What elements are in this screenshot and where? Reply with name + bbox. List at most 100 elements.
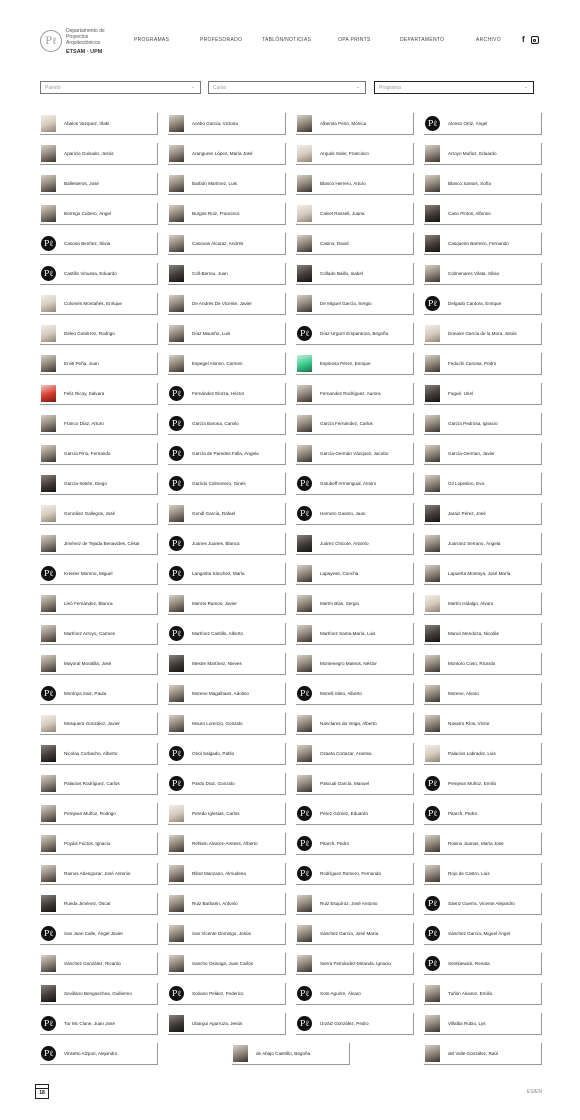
professor-card[interactable]: Jaraiz Pérez, José <box>424 503 542 525</box>
professor-card[interactable]: San Vicente Domingo, Jesús <box>168 923 286 945</box>
professor-card[interactable]: de Abajo Castrillo, Begoña <box>232 1043 350 1065</box>
professor-card[interactable]: Pℓ Martínez Castillo, Alberto <box>168 623 286 645</box>
professor-card[interactable]: Pℓ Sentkiewick, Renata <box>424 953 542 975</box>
professor-card[interactable]: Aparicio Guisado, Jesús <box>40 143 158 165</box>
professor-card[interactable]: Pemjean Muñoz, Rodrigo <box>40 803 158 825</box>
professor-card[interactable]: Coll-Barreu, Juan <box>168 263 286 285</box>
professor-card[interactable]: García-Germán Vázquez, Jacobo <box>296 443 414 465</box>
professor-card[interactable]: Blanco Santos, Sofía <box>424 173 542 195</box>
professor-card[interactable]: Deleo Gutiérrez, Rodrigo <box>40 323 158 345</box>
professor-card[interactable]: Colomés Montañés, Enrique <box>40 293 158 315</box>
professor-card[interactable]: Ubargui Agurruza, Jesús <box>168 1013 286 1035</box>
professor-card[interactable]: Acebo García, Victoria <box>168 113 286 135</box>
professor-card[interactable]: Pℓ Fernández Elorza, Héctor <box>168 383 286 405</box>
professor-card[interactable]: Donaire García de la Mora, Jesús <box>424 323 542 345</box>
professor-card[interactable]: Fernandez Rodríguez, Aurora <box>296 383 414 405</box>
professor-card[interactable]: Martínez Santa-María, Luis <box>296 623 414 645</box>
professor-card[interactable]: Villalba Rubio, Lys <box>424 1013 542 1035</box>
professor-card[interactable]: Pℓ San Juan Calle, Ángel Javier <box>40 923 158 945</box>
professor-card[interactable]: De Miguel García, Sergio <box>296 293 414 315</box>
professor-card[interactable]: Calvet Rossell, Juana <box>296 203 414 225</box>
professor-card[interactable]: Sancho Osinaga, Juan Carlos <box>168 953 286 975</box>
professor-card[interactable]: Nanclares da Veiga, Alberto <box>296 713 414 735</box>
professor-card[interactable]: Tuñón Alvarez, Emilio <box>424 983 542 1005</box>
professor-card[interactable]: Jiménez de Tejada Benavides, César <box>40 533 158 555</box>
facebook-icon[interactable]: f <box>522 35 525 44</box>
professor-card[interactable]: De Andrés De Vicente, Javier <box>168 293 286 315</box>
professor-card[interactable]: Moreno Magalhaes, Adolino <box>168 683 286 705</box>
professor-card[interactable]: Ramos Abengozar, José Antonio <box>40 863 158 885</box>
professor-card[interactable]: Martín Blas, Sergio <box>296 593 414 615</box>
professor-card[interactable]: Arroyo Muñoz, Eduardo <box>424 143 542 165</box>
professor-card[interactable]: Pℓ Sáenz Guerra, Vicente Alejandro <box>424 893 542 915</box>
professor-card[interactable]: García-German, Javier <box>424 443 542 465</box>
professor-card[interactable]: Colmenares Vilata, Silvia <box>424 263 542 285</box>
professor-card[interactable]: Pℓ Soriano Peláez, Federico <box>168 983 286 1005</box>
professor-card[interactable]: Montenegro Mateos, Néstor <box>296 653 414 675</box>
professor-card[interactable]: Espegel Alonso, Carmen <box>168 353 286 375</box>
professor-card[interactable]: Montoro Coso, Ricardo <box>424 653 542 675</box>
professor-card[interactable]: Pℓ Rodríguez Romero, Fernando <box>296 863 414 885</box>
professor-card[interactable]: Foguè, Uriel <box>424 383 542 405</box>
curso-select[interactable]: Curso ⌄ <box>208 81 366 94</box>
professor-card[interactable]: Pℓ Pemjean Muñoz, Emilio <box>424 773 542 795</box>
professor-card[interactable]: Juárez Chicote, Antonio <box>296 533 414 555</box>
professor-card[interactable]: del Valle González, Raúl <box>424 1043 542 1065</box>
professor-card[interactable]: Pℓ Oriol Salgado, Pablo <box>168 743 286 765</box>
professor-card[interactable]: González Gallegos, José <box>40 503 158 525</box>
professor-card[interactable]: Maroto Ramos, Javier <box>168 593 286 615</box>
calendar-page-icon[interactable]: 18 <box>35 1084 49 1099</box>
professor-card[interactable]: Rehlein Alvarez-Amtess, Alberto <box>168 833 286 855</box>
professor-card[interactable]: Erviti Peña, Juan <box>40 353 158 375</box>
professor-card[interactable]: Ribot Manzano, Almudena <box>168 863 286 885</box>
professor-card[interactable]: Pℓ Langarita Sánchez, María <box>168 563 286 585</box>
professor-card[interactable]: Sierra Fernández-Miranda, Ignacio <box>296 953 414 975</box>
professor-card[interactable]: Pℓ Delgado Cantora, Enrique <box>424 293 542 315</box>
professor-card[interactable]: Pℓ Canosa Benítez, Silvia <box>40 233 158 255</box>
professor-card[interactable]: Rueda Jiménez, Óscar <box>40 893 158 915</box>
professor-card[interactable]: Pℓ Sánchez García, Miguel Ángel <box>424 923 542 945</box>
professor-card[interactable]: García Pino, Fernando <box>40 443 158 465</box>
nav-archivo[interactable]: ARCHIVO <box>476 37 501 43</box>
professor-card[interactable]: Mouro Lorenzo, Gonzalo <box>168 713 286 735</box>
professor-card[interactable]: Pℓ García de Paredes Falla, Ángela <box>168 443 286 465</box>
nav-departamento[interactable]: DEPARTAMENTO <box>400 37 444 43</box>
professor-card[interactable]: Borrego Cubero, Ángel <box>40 203 158 225</box>
professor-card[interactable]: Pℓ Golubeff Armengual, Antoni <box>296 473 414 495</box>
professor-card[interactable]: Pℓ Pardo Díaz, Gonzalo <box>168 773 286 795</box>
professor-card[interactable]: Nicolau Corbacho, Alberto <box>40 743 158 765</box>
professor-card[interactable]: Burgos Ruiz, Francisco <box>168 203 286 225</box>
professor-card[interactable]: Maruri Mendoza, Nicolás <box>424 623 542 645</box>
professor-card[interactable]: Moreno, Alvaro <box>424 683 542 705</box>
instagram-icon[interactable] <box>530 36 539 44</box>
professor-card[interactable]: Pℓ Pitarch, Pedro <box>424 803 542 825</box>
professor-card[interactable]: Barbón Martínez, Luis <box>168 173 286 195</box>
professor-card[interactable]: Rosino Juanas, María Jose <box>424 833 542 855</box>
professor-card[interactable]: García Pedrosa, Ignacio <box>424 413 542 435</box>
professor-card[interactable]: Arqués Soler, Francisco <box>296 143 414 165</box>
professor-card[interactable]: García Fernández, Carlos <box>296 413 414 435</box>
professor-card[interactable]: Gondl García, Rafael <box>168 503 286 525</box>
professor-card[interactable]: Pℓ Garrido Colmenero, Ginés <box>168 473 286 495</box>
professor-card[interactable]: Casino, David <box>296 233 414 255</box>
professor-card[interactable]: Ozaeta Cortazar, Arantxa <box>296 743 414 765</box>
professor-card[interactable]: Pℓ Juanes Juanes, Blanca <box>168 533 286 555</box>
professor-card[interactable]: Pℓ Vinsetto Alzpuri, Alejandro <box>40 1043 158 1065</box>
professor-card[interactable]: Feduchi Canosa, Pedro <box>424 353 542 375</box>
professor-card[interactable]: Palacios Rodríguez, Carlos <box>40 773 158 795</box>
professor-card[interactable]: Mestre Martínez, Nieves <box>168 653 286 675</box>
professor-card[interactable]: Pℓ García Barona, Camilo <box>168 413 286 435</box>
professor-card[interactable]: García-Setién, Diego <box>40 473 158 495</box>
professor-card[interactable]: Canovas Alcaraz, Andrés <box>168 233 286 255</box>
puesto-select[interactable]: Puesto ⌄ <box>40 81 201 94</box>
professor-card[interactable]: Ruiz Esquíroz, José Antonio <box>296 893 414 915</box>
professor-card[interactable]: Palacios Labrador, Luis <box>424 743 542 765</box>
professor-card[interactable]: Martín Hidalgo, Alvaro <box>424 593 542 615</box>
professor-card[interactable]: Franco Díaz, Arturo <box>40 413 158 435</box>
professor-card[interactable]: Pℓ Tur Mc Clune, Juan José <box>40 1013 158 1035</box>
professor-card[interactable]: Feliz Ricoy, Salvara <box>40 383 158 405</box>
professor-card[interactable]: Ruiz Barbarin, Antonio <box>168 893 286 915</box>
professor-card[interactable]: Pℓ Pitarch, Pedro <box>296 833 414 855</box>
nav-tablon-noticias[interactable]: TABLÓN/NOTICIAS <box>262 37 311 43</box>
professor-card[interactable]: Pℓ Morelli Sileo, Alberto <box>296 683 414 705</box>
